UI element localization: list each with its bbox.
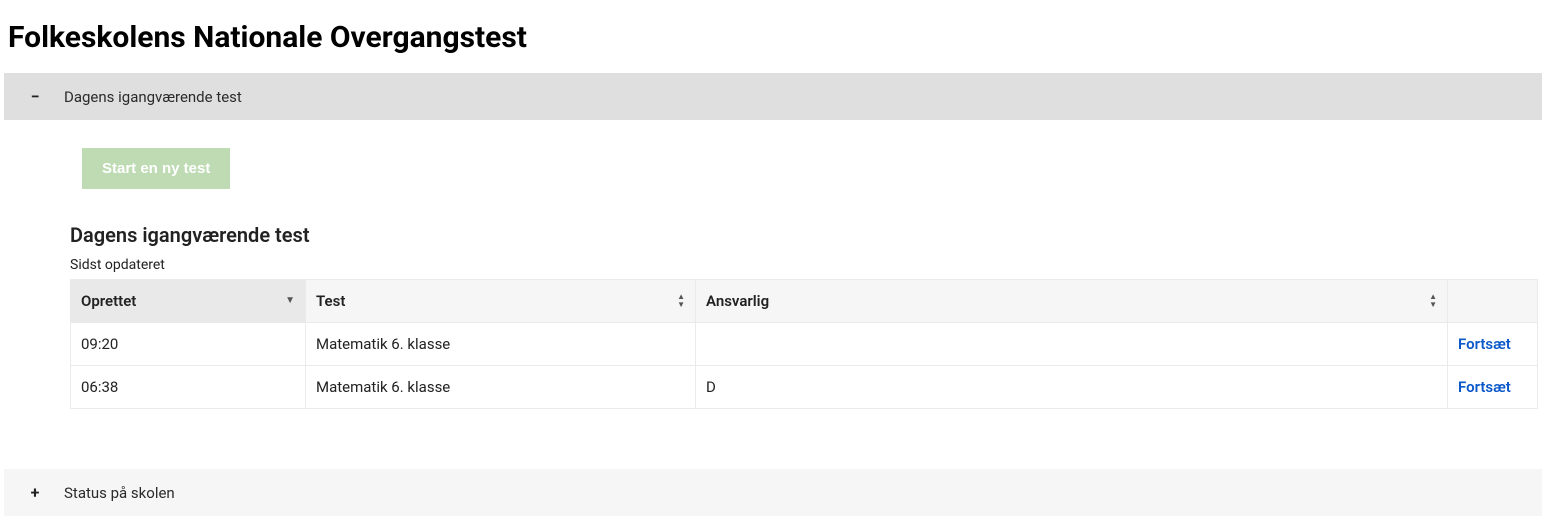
cell-responsible: D	[696, 366, 1448, 409]
tests-table: Oprettet ▼ Test ▲▼ Ansvarlig ▲▼ 09:20	[70, 279, 1538, 409]
accordion-label-current-tests: Dagens igangværende test	[64, 88, 242, 106]
plus-icon: +	[24, 483, 46, 502]
sort-desc-icon: ▼	[285, 297, 295, 305]
cell-created: 06:38	[71, 366, 306, 409]
col-header-test-label: Test	[316, 292, 345, 310]
col-header-responsible[interactable]: Ansvarlig ▲▼	[696, 280, 1448, 323]
continue-link[interactable]: Fortsæt	[1458, 335, 1511, 353]
last-updated-label: Sidst opdateret	[70, 257, 1538, 273]
sort-icon: ▲▼	[1429, 293, 1437, 309]
page-title: Folkeskolens Nationale Overgangstest	[0, 0, 1546, 73]
continue-link[interactable]: Fortsæt	[1458, 378, 1511, 396]
table-row: 06:38 Matematik 6. klasse D Fortsæt	[71, 366, 1538, 409]
accordion-header-current-tests[interactable]: − Dagens igangværende test	[4, 73, 1542, 120]
cell-action: Fortsæt	[1448, 323, 1538, 366]
col-header-created[interactable]: Oprettet ▼	[71, 280, 306, 323]
section-heading-current-tests: Dagens igangværende test	[70, 223, 1538, 247]
col-header-actions	[1448, 280, 1538, 323]
start-new-test-button[interactable]: Start en ny test	[82, 148, 230, 189]
accordion-header-school-status[interactable]: + Status på skolen	[4, 469, 1542, 516]
sort-icon: ▲▼	[677, 293, 685, 309]
table-row: 09:20 Matematik 6. klasse Fortsæt	[71, 323, 1538, 366]
cell-action: Fortsæt	[1448, 366, 1538, 409]
col-header-responsible-label: Ansvarlig	[706, 292, 769, 310]
minus-icon: −	[24, 87, 46, 106]
col-header-test[interactable]: Test ▲▼	[306, 280, 696, 323]
cell-test: Matematik 6. klasse	[306, 366, 696, 409]
accordion-label-school-status: Status på skolen	[64, 484, 175, 502]
col-header-created-label: Oprettet	[81, 292, 136, 310]
cell-created: 09:20	[71, 323, 306, 366]
panel-current-tests: Start en ny test Dagens igangværende tes…	[0, 120, 1546, 429]
cell-responsible	[696, 323, 1448, 366]
cell-test: Matematik 6. klasse	[306, 323, 696, 366]
